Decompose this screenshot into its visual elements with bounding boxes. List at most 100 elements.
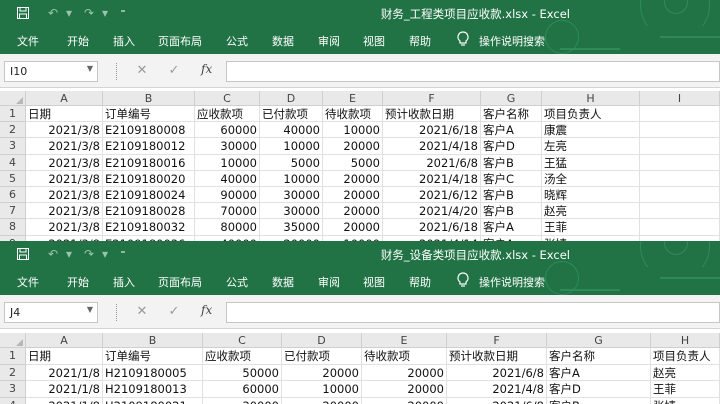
tab-home[interactable]: 开始: [67, 274, 89, 290]
table-cell[interactable]: 客户D: [547, 381, 651, 398]
table-cell[interactable]: 2021/3/8: [26, 154, 103, 171]
tab-home[interactable]: 开始: [67, 33, 89, 49]
table-cell[interactable]: 10000: [323, 122, 383, 139]
table-cell[interactable]: 2021/3/8: [26, 138, 103, 155]
table-cell[interactable]: 40000: [195, 170, 260, 187]
chevron-down-icon[interactable]: ▼: [87, 305, 93, 314]
insert-function-button[interactable]: fx: [201, 62, 212, 76]
header-cell[interactable]: 预计收款日期: [383, 106, 481, 123]
tab-formulas[interactable]: 公式: [226, 33, 248, 49]
cancel-icon[interactable]: ✕: [134, 62, 150, 80]
header-cell[interactable]: 项目负责人: [651, 348, 720, 365]
table-cell[interactable]: E2109180020: [103, 170, 195, 187]
row-header[interactable]: 4: [0, 397, 26, 404]
tell-me-search[interactable]: 操作说明搜索: [479, 33, 545, 49]
enter-check-icon[interactable]: ✓: [166, 303, 182, 321]
table-cell[interactable]: 客户C: [481, 170, 542, 187]
column-header-c[interactable]: C: [203, 333, 282, 348]
tab-page-layout[interactable]: 页面布局: [158, 33, 202, 49]
table-cell[interactable]: 20000: [323, 187, 383, 204]
table-cell[interactable]: 20000: [282, 397, 362, 404]
header-cell[interactable]: 日期: [26, 348, 103, 365]
table-cell[interactable]: 2021/3/8: [26, 170, 103, 187]
row-header[interactable]: 5: [0, 170, 26, 187]
table-cell[interactable]: 30000: [203, 397, 282, 404]
table-cell[interactable]: 2021/4/18: [383, 170, 481, 187]
row-header[interactable]: 8: [0, 219, 26, 236]
table-cell[interactable]: 30000: [195, 138, 260, 155]
table-cell[interactable]: 5000: [323, 154, 383, 171]
table-cell[interactable]: 2021/1/8: [26, 397, 103, 404]
row-header[interactable]: 7: [0, 203, 26, 220]
table-cell[interactable]: 10000: [260, 138, 323, 155]
table-cell[interactable]: E2109180024: [103, 187, 195, 204]
header-cell[interactable]: 客户名称: [481, 106, 542, 123]
table-cell[interactable]: [640, 122, 720, 139]
drag-handle[interactable]: [116, 63, 118, 80]
table-cell[interactable]: 2021/4/18: [383, 138, 481, 155]
select-all-button[interactable]: [0, 333, 26, 348]
header-cell[interactable]: 项目负责人: [542, 106, 640, 123]
table-cell[interactable]: 赵亮: [651, 364, 720, 381]
table-cell[interactable]: 2021/6/8: [447, 397, 547, 404]
table-cell[interactable]: 2021/1/8: [26, 364, 103, 381]
table-cell[interactable]: H2109180005: [103, 364, 203, 381]
header-cell[interactable]: 客户名称: [547, 348, 651, 365]
tab-view[interactable]: 视图: [363, 274, 385, 290]
select-all-button[interactable]: [0, 91, 26, 106]
table-cell[interactable]: [640, 138, 720, 155]
tab-formulas[interactable]: 公式: [226, 274, 248, 290]
tab-help[interactable]: 帮助: [409, 274, 431, 290]
table-cell[interactable]: [640, 187, 720, 204]
table-cell[interactable]: 汤全: [542, 170, 640, 187]
table-cell[interactable]: 2021/3/8: [26, 122, 103, 139]
table-cell[interactable]: 30000: [260, 203, 323, 220]
table-cell[interactable]: 客户A: [481, 219, 542, 236]
formula-input[interactable]: [226, 302, 720, 323]
table-cell[interactable]: 客户B: [481, 154, 542, 171]
enter-check-icon[interactable]: ✓: [166, 62, 182, 80]
table-cell[interactable]: 王猛: [542, 154, 640, 171]
header-cell[interactable]: 应收款项: [203, 348, 282, 365]
table-cell[interactable]: 60000: [203, 381, 282, 398]
column-header-g[interactable]: G: [547, 333, 651, 348]
table-cell[interactable]: 35000: [260, 219, 323, 236]
row-header[interactable]: 2: [0, 364, 26, 381]
row-header[interactable]: 1: [0, 106, 26, 123]
tab-file[interactable]: 文件: [17, 33, 39, 49]
table-cell[interactable]: [640, 219, 720, 236]
column-header-d[interactable]: D: [282, 333, 362, 348]
table-cell[interactable]: E2109180016: [103, 154, 195, 171]
column-header-a[interactable]: A: [26, 91, 103, 106]
tab-review[interactable]: 审阅: [318, 274, 340, 290]
table-cell[interactable]: 10000: [195, 154, 260, 171]
table-cell[interactable]: 客户D: [481, 138, 542, 155]
table-cell[interactable]: E2109180012: [103, 138, 195, 155]
tab-data[interactable]: 数据: [272, 274, 294, 290]
table-cell[interactable]: [640, 154, 720, 171]
table-cell[interactable]: 左亮: [542, 138, 640, 155]
table-cell[interactable]: 20000: [362, 397, 447, 404]
table-cell[interactable]: 70000: [195, 203, 260, 220]
table-cell[interactable]: 2021/3/8: [26, 219, 103, 236]
table-cell[interactable]: 客户A: [481, 122, 542, 139]
row-header[interactable]: 3: [0, 381, 26, 398]
column-header-f[interactable]: F: [447, 333, 547, 348]
column-header-i[interactable]: I: [640, 91, 720, 106]
column-header-g[interactable]: G: [481, 91, 542, 106]
tab-insert[interactable]: 插入: [113, 33, 135, 49]
table-cell[interactable]: 张婧: [651, 397, 720, 404]
table-cell[interactable]: H2109180013: [103, 381, 203, 398]
table-cell[interactable]: 30000: [260, 187, 323, 204]
table-cell[interactable]: 客户A: [547, 364, 651, 381]
table-cell[interactable]: 60000: [195, 122, 260, 139]
cancel-icon[interactable]: ✕: [134, 303, 150, 321]
header-cell[interactable]: 待收款项: [323, 106, 383, 123]
column-header-e[interactable]: E: [323, 91, 383, 106]
tab-view[interactable]: 视图: [363, 33, 385, 49]
chevron-down-icon[interactable]: ▼: [87, 64, 93, 73]
table-cell[interactable]: 王菲: [542, 219, 640, 236]
table-cell[interactable]: 王菲: [651, 381, 720, 398]
tab-insert[interactable]: 插入: [113, 274, 135, 290]
column-header-d[interactable]: D: [260, 91, 323, 106]
